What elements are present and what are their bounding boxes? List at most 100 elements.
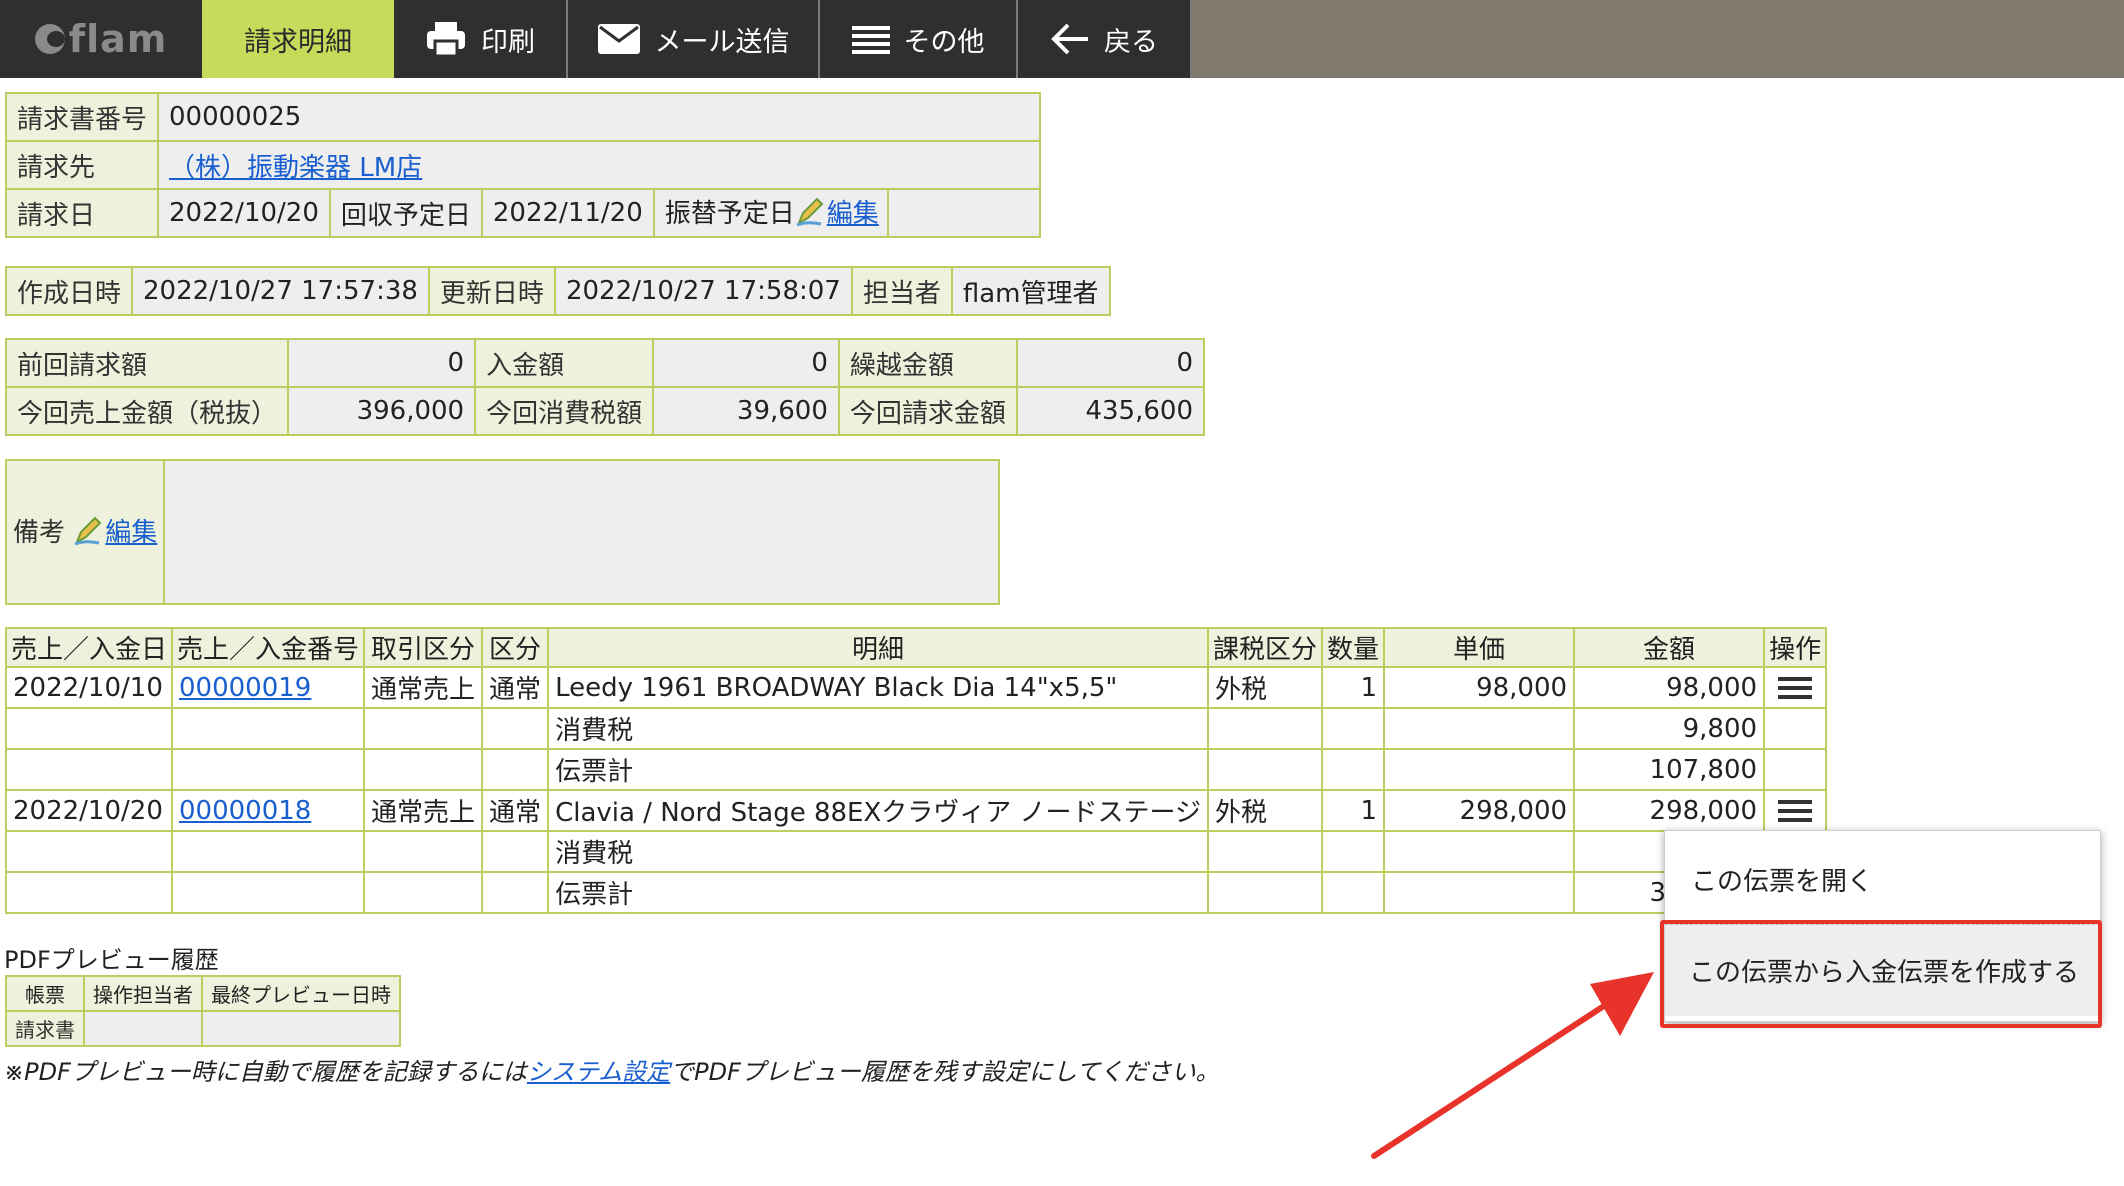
sales-amount: 396,000	[287, 386, 477, 436]
print-label: 印刷	[481, 26, 535, 58]
pdf-note: ※PDFプレビュー時に自動で履歴を記録するにはシステム設定でPDFプレビュー履歴…	[4, 1052, 1219, 1087]
row-item: 伝票計	[547, 748, 1210, 791]
list-icon	[851, 24, 890, 54]
row-price: 298,000	[1383, 789, 1576, 832]
menu-open-slip[interactable]: この伝票を開く	[1691, 861, 1873, 898]
collect-date: 2022/11/20	[480, 188, 655, 238]
row-date: 2022/10/10	[4, 666, 174, 709]
pdf-row-last-preview	[201, 1010, 401, 1047]
carry-amount-label: 繰越金額	[837, 338, 1018, 388]
transfer-date-label: 振替予定日	[664, 198, 795, 229]
details-table: 売上／入金日 売上／入金番号 取引区分 区分 明細 課税区分 数量 単価 金額 …	[4, 627, 1828, 914]
pencil-icon[interactable]	[73, 514, 103, 553]
transfer-edit-link[interactable]: 編集	[827, 199, 879, 229]
row-action-cell	[1763, 789, 1828, 832]
carry-amount: 0	[1015, 338, 1206, 388]
remarks-label: 備考	[13, 517, 66, 548]
col-amount: 金額	[1573, 627, 1766, 668]
row-qty: 1	[1321, 666, 1386, 709]
prev-amount: 0	[287, 338, 477, 388]
invoice-number: 00000025	[157, 92, 1041, 142]
row-kind: 通常売上	[363, 789, 484, 832]
paid-amount-label: 入金額	[474, 338, 655, 388]
col-kind: 取引区分	[363, 627, 484, 668]
col-class: 区分	[481, 627, 550, 668]
row-item: 消費税	[547, 707, 1210, 750]
remarks-table: 備考 編集	[4, 459, 1000, 605]
amounts-table: 前回請求額 0 入金額 0 繰越金額 0 今回売上金額（税抜） 396,000 …	[4, 338, 1206, 436]
invoice-date: 2022/10/20	[157, 188, 331, 238]
highlight-box	[1660, 920, 2102, 1028]
row-qty: 1	[1321, 789, 1386, 832]
other-label: その他	[903, 26, 985, 58]
billed-amount-label: 今回請求金額	[837, 386, 1018, 436]
tab-invoice-detail[interactable]: 請求明細	[202, 0, 394, 78]
pencil-icon[interactable]	[795, 195, 825, 234]
staff-label: 担当者	[850, 266, 953, 316]
row-action-cell	[1763, 666, 1828, 709]
table-row: 伝票計 107,800	[4, 748, 1828, 791]
updated-label: 更新日時	[427, 266, 556, 316]
col-qty: 数量	[1321, 627, 1386, 668]
sales-amount-label: 今回売上金額（税抜）	[4, 386, 290, 436]
row-item: Clavia / Nord Stage 88EXクラヴィア ノードステージ	[547, 789, 1210, 832]
transfer-date-cell: 振替予定日 編集	[652, 188, 889, 238]
annotation-arrow-icon	[1371, 972, 1654, 1159]
other-menu-button[interactable]: その他	[820, 0, 1018, 78]
note-text: でPDFプレビュー履歴を残す設定にしてください。	[670, 1058, 1220, 1086]
pdf-history-title: PDFプレビュー履歴	[4, 946, 219, 974]
table-row: 消費税 29,800	[4, 830, 1828, 873]
hamburger-menu-icon[interactable]	[1771, 668, 1819, 707]
logo[interactable]: flam	[0, 0, 202, 78]
pdf-history-table: 帳票 操作担当者 最終プレビュー日時 請求書	[5, 975, 401, 1047]
row-tax-class: 外税	[1207, 789, 1324, 832]
col-last-preview: 最終プレビュー日時	[201, 975, 401, 1012]
slip-number-link[interactable]: 00000018	[179, 796, 311, 826]
mail-label: メール送信	[654, 26, 790, 58]
printer-icon	[425, 21, 467, 57]
row-price: 98,000	[1383, 666, 1576, 709]
print-button[interactable]: 印刷	[394, 0, 568, 78]
slip-number-link[interactable]: 00000019	[179, 673, 311, 703]
row-class: 通常	[481, 789, 550, 832]
remarks-label-cell: 備考 編集	[4, 459, 166, 605]
col-number: 売上／入金番号	[171, 627, 366, 668]
invoice-number-label: 請求書番号	[4, 92, 160, 142]
table-row: 2022/10/20 00000018 通常売上 通常 Clavia / Nor…	[4, 789, 1828, 832]
customer-link[interactable]: （株）振動楽器 LM店	[169, 153, 422, 183]
tab-label: 請求明細	[244, 26, 352, 58]
staff: flam管理者	[950, 266, 1111, 316]
row-amount: 9,800	[1573, 707, 1766, 750]
back-button[interactable]: 戻る	[1018, 0, 1192, 78]
row-kind: 通常売上	[363, 666, 484, 709]
created-at: 2022/10/27 17:57:38	[131, 266, 430, 316]
table-row: 消費税 9,800	[4, 707, 1828, 750]
row-item: 伝票計	[547, 871, 1210, 914]
row-tax-class: 外税	[1207, 666, 1324, 709]
customer-label: 請求先	[4, 140, 160, 190]
col-form: 帳票	[5, 975, 85, 1012]
tax-amount-label: 今回消費税額	[474, 386, 655, 436]
hamburger-menu-icon[interactable]	[1771, 791, 1819, 830]
mail-send-button[interactable]: メール送信	[568, 0, 820, 78]
billed-amount: 435,600	[1015, 386, 1206, 436]
row-date: 2022/10/20	[4, 789, 174, 832]
col-operator: 操作担当者	[83, 975, 203, 1012]
col-price: 単価	[1383, 627, 1576, 668]
remarks-edit-link[interactable]: 編集	[105, 518, 157, 548]
table-row: 2022/10/10 00000019 通常売上 通常 Leedy 1961 B…	[4, 666, 1828, 709]
row-amount: 298,000	[1573, 789, 1766, 832]
empty-cell	[886, 188, 1042, 238]
paid-amount: 0	[652, 338, 840, 388]
details-header-row: 売上／入金日 売上／入金番号 取引区分 区分 明細 課税区分 数量 単価 金額 …	[4, 627, 1828, 668]
pdf-row-label: 請求書	[5, 1010, 85, 1047]
system-settings-link[interactable]: システム設定	[527, 1058, 670, 1086]
col-date: 売上／入金日	[4, 627, 174, 668]
logo-text: flam	[68, 17, 168, 61]
flam-logo-icon	[34, 24, 65, 54]
created-label: 作成日時	[4, 266, 134, 316]
tax-amount: 39,600	[652, 386, 840, 436]
back-arrow-icon	[1050, 23, 1090, 55]
pdf-row-operator	[83, 1010, 203, 1047]
updated-at: 2022/10/27 17:58:07	[553, 266, 853, 316]
